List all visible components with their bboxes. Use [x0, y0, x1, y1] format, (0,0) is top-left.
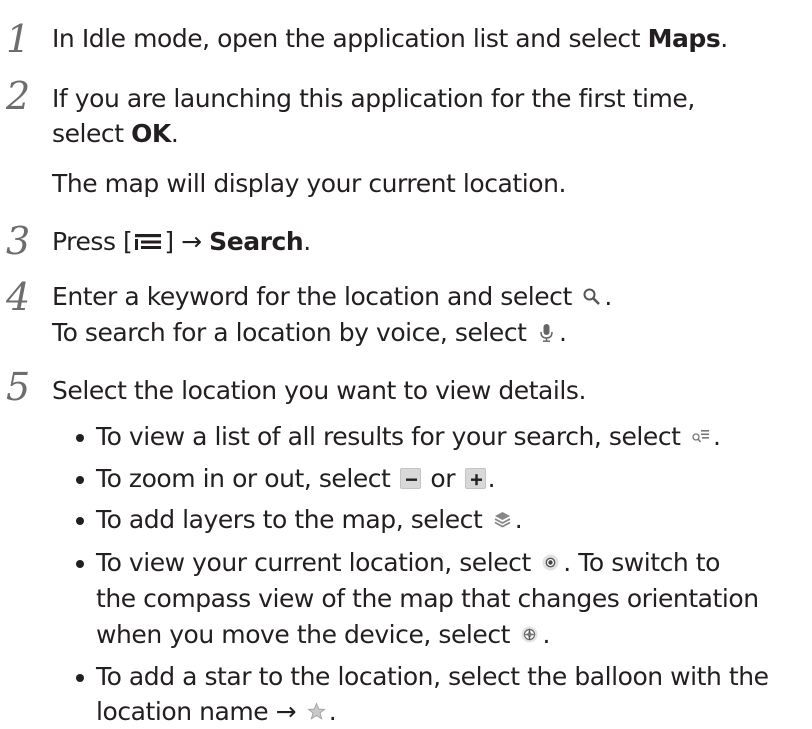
instruction-text: To add layers to the map, select: [96, 505, 490, 534]
step-line: Press [ ] → Search.: [52, 225, 311, 259]
instruction-text: In Idle mode, open the application list …: [52, 24, 648, 53]
instruction-text: or: [422, 464, 463, 493]
instruction-text: location name →: [96, 697, 304, 726]
step-line: If you are launching this application fo…: [52, 82, 695, 116]
bullet-line: To zoom in or out, select or .: [96, 462, 496, 496]
star-icon: [306, 701, 327, 722]
instruction-text: .: [514, 505, 523, 534]
instruction-text: select: [52, 119, 132, 148]
step-number: 5: [6, 365, 31, 409]
compass-icon: [519, 624, 540, 645]
step-line: select OK.: [52, 117, 179, 151]
layers-icon: [492, 509, 513, 530]
instruction-text: Enter a keyword for the location and sel…: [52, 282, 580, 311]
ui-term-text: OK: [131, 119, 171, 148]
instruction-text: To view your current location, select: [96, 548, 539, 577]
step-line: To search for a location by voice, selec…: [52, 316, 567, 350]
zoom-out-icon: [399, 468, 421, 489]
step-number: 3: [6, 219, 31, 263]
ui-term-text: Maps: [647, 24, 721, 53]
my-location-icon: [540, 552, 561, 573]
instruction-text: .: [712, 422, 721, 451]
step-number: 2: [6, 74, 31, 118]
step-line: The map will display your current locati…: [52, 167, 566, 201]
instruction-text: If you are launching this application fo…: [52, 84, 695, 113]
bullet-line: To view a list of all results for your s…: [96, 420, 721, 454]
instruction-text: To add a star to the location, select th…: [96, 662, 769, 691]
instruction-text: The map will display your current locati…: [52, 169, 566, 198]
instruction-text: Press [: [52, 227, 133, 256]
instruction-text: .: [328, 697, 337, 726]
step-number: 1: [6, 17, 31, 61]
bullet-dot: [76, 476, 84, 484]
bullet-dot: [76, 517, 84, 525]
bullet-line: the compass view of the map that changes…: [96, 582, 759, 616]
instruction-text: .: [303, 227, 311, 256]
instruction-text: .: [487, 464, 496, 493]
step-number: 4: [6, 275, 31, 319]
instruction-text: ] →: [164, 227, 210, 256]
results-list-icon: [690, 426, 711, 447]
bullet-line: To add layers to the map, select .: [96, 503, 523, 537]
microphone-icon: [536, 322, 557, 343]
search-icon: [581, 286, 602, 307]
instruction-page: 1 In Idle mode, open the application list…: [0, 0, 812, 726]
instruction-text: . To switch to: [563, 548, 721, 577]
bullet-line: To add a star to the location, select th…: [96, 660, 769, 694]
instruction-text: To search for a location by voice, selec…: [52, 318, 534, 347]
instruction-text: .: [542, 620, 550, 649]
instruction-text: .: [558, 318, 567, 347]
step-line: Select the location you want to view det…: [52, 374, 586, 408]
instruction-text: .: [720, 24, 728, 53]
instruction-text: when you move the device, select: [96, 620, 518, 649]
bullet-dot: [76, 560, 84, 568]
menu-key-icon: [133, 226, 163, 250]
instruction-text: Select the location you want to view det…: [52, 376, 586, 405]
bullet-line: To view your current location, select . …: [96, 546, 720, 580]
zoom-in-icon: [464, 468, 486, 489]
bullet-dot: [76, 674, 84, 682]
instruction-text: To view a list of all results for your s…: [96, 422, 688, 451]
step-line: Enter a keyword for the location and sel…: [52, 280, 612, 314]
instruction-text: the compass view of the map that changes…: [96, 584, 759, 613]
ui-term-text: Search: [209, 227, 304, 256]
bullet-line: when you move the device, select .: [96, 618, 550, 652]
step-line: In Idle mode, open the application list …: [52, 22, 728, 56]
bullet-line: location name → .: [96, 695, 337, 729]
instruction-text: .: [604, 282, 612, 311]
instruction-text: .: [170, 119, 179, 148]
instruction-text: To zoom in or out, select: [96, 464, 398, 493]
bullet-dot: [76, 434, 84, 442]
